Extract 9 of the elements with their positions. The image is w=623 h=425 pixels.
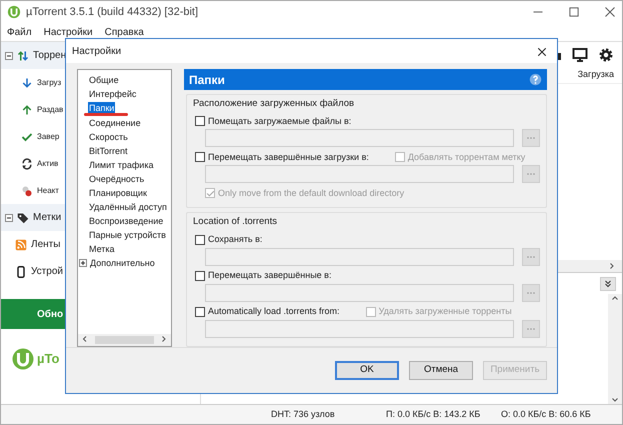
window-title: µTorrent 3.5.1 (build 44332) [32-bit]: [26, 4, 198, 20]
status-text: П: 0.0 КБ/с В: 143.2 КБ: [386, 408, 482, 421]
group-title: Location of .torrents: [193, 215, 278, 230]
logo-text: µTo: [37, 350, 60, 368]
status-text: О: 0.0 КБ/с В: 60.6 КБ: [501, 408, 592, 421]
dialog-title: Настройки: [72, 44, 122, 58]
page-title: Папки: [189, 72, 225, 88]
status-text: DHT: 736 узлов: [271, 408, 336, 421]
group-title: Расположение загруженных файлов: [193, 97, 356, 111]
